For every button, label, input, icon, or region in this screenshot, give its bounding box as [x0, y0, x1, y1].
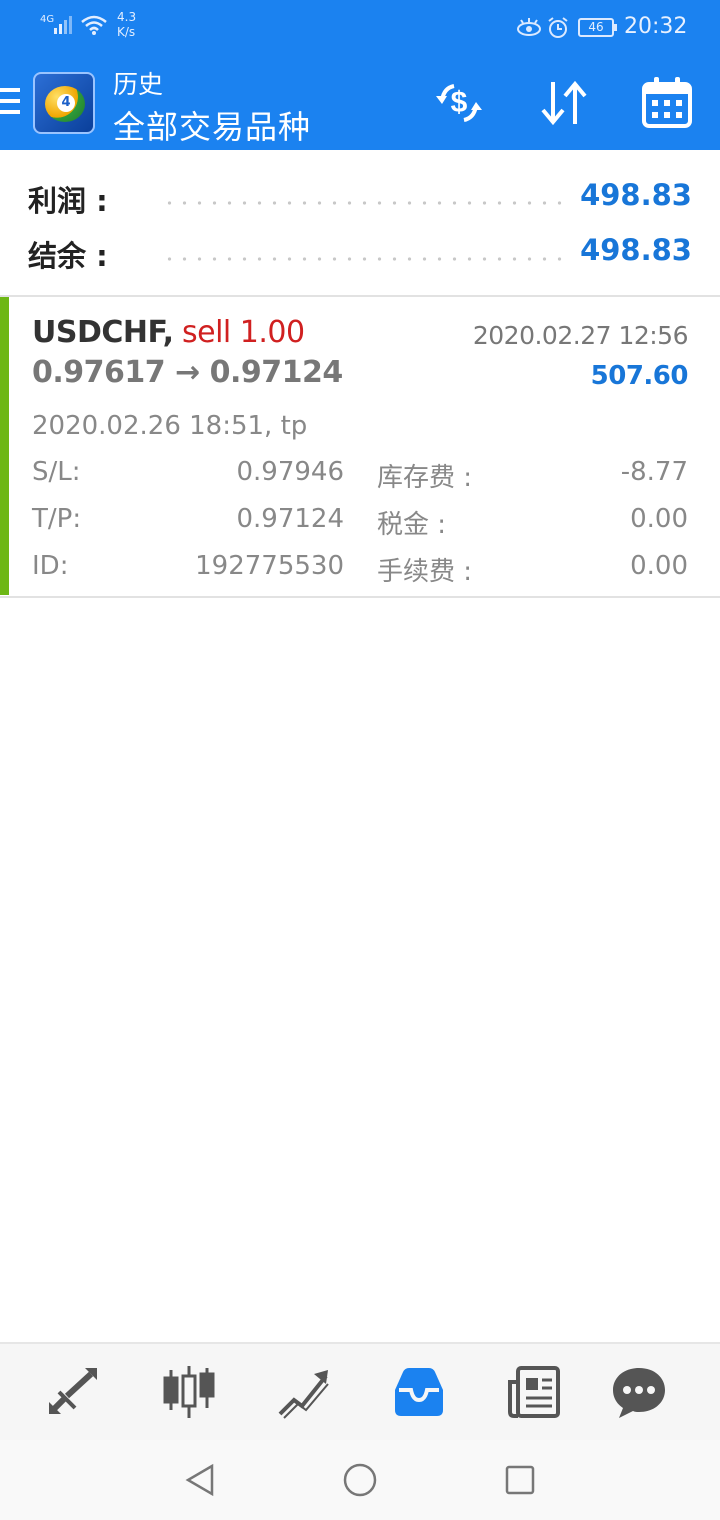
quotes-icon[interactable] — [45, 1364, 105, 1420]
deal-accent-bar — [0, 297, 9, 595]
deal-close-time: 2020.02.27 12:56 — [472, 321, 689, 350]
deal-prices: 0.97617 → 0.97124 — [32, 355, 343, 390]
profit-label: 利润 : — [28, 184, 108, 218]
divider — [0, 596, 720, 598]
alarm-icon — [548, 17, 568, 38]
svg-text:$: $ — [451, 86, 468, 119]
wifi-icon — [81, 15, 107, 35]
eye-icon — [517, 18, 541, 36]
deposit-withdraw-icon[interactable]: $ — [430, 74, 488, 132]
battery-icon: 46 — [578, 18, 617, 37]
bottom-nav — [0, 1342, 720, 1440]
top-bar: 4G 4.3 K/s 46 20:32 4 历史 全部交易品种 $ — [0, 0, 720, 150]
deal-open-time: 2020.02.26 18:51, tp — [32, 411, 308, 441]
net-speed-value: 4.3 — [117, 10, 137, 24]
chart-icon[interactable] — [159, 1364, 219, 1420]
id-label: ID: — [32, 551, 69, 581]
page-title: 历史 — [113, 70, 164, 99]
deal-item[interactable]: USDCHF, sell 1.00 2020.02.27 12:56 0.976… — [0, 297, 720, 597]
profit-leader-dots — [162, 201, 572, 205]
trade-icon[interactable] — [274, 1364, 334, 1420]
commission-value: 0.00 — [630, 551, 688, 581]
profit-value: 498.83 — [580, 178, 692, 212]
balance-leader-dots — [162, 257, 572, 261]
sl-value: 0.97946 — [236, 457, 344, 487]
swap-label: 库存费 : — [377, 463, 473, 493]
sl-label: S/L: — [32, 457, 81, 487]
sort-icon[interactable] — [535, 74, 593, 132]
home-icon[interactable] — [342, 1462, 378, 1498]
balance-value: 498.83 — [580, 233, 692, 267]
tp-value: 0.97124 — [236, 504, 344, 534]
back-icon[interactable] — [182, 1462, 218, 1498]
swap-value: -8.77 — [620, 457, 688, 487]
tp-label: T/P: — [32, 504, 82, 534]
commission-label: 手续费 : — [377, 557, 473, 587]
app-logo: 4 — [33, 72, 95, 134]
status-time: 20:32 — [624, 14, 688, 39]
tax-label: 税金 : — [377, 510, 447, 540]
id-value: 192775530 — [195, 551, 344, 581]
signal-icon — [54, 16, 72, 34]
news-icon[interactable] — [504, 1364, 564, 1420]
history-icon[interactable] — [389, 1364, 449, 1420]
recents-icon[interactable] — [502, 1462, 538, 1498]
deal-profit: 507.60 — [590, 361, 689, 391]
tax-value: 0.00 — [630, 504, 688, 534]
menu-icon[interactable] — [0, 88, 20, 120]
net-speed-unit: K/s — [117, 25, 136, 39]
net-speed: 4.3 K/s — [117, 10, 136, 40]
deal-symbol: USDCHF, — [32, 315, 174, 350]
balance-label: 结余 : — [28, 239, 108, 273]
symbol-filter-label[interactable]: 全部交易品种 — [113, 102, 311, 148]
deal-type: sell 1.00 — [182, 315, 305, 350]
chat-icon[interactable] — [609, 1364, 669, 1420]
system-nav — [0, 1440, 720, 1520]
calendar-icon[interactable] — [641, 74, 693, 132]
